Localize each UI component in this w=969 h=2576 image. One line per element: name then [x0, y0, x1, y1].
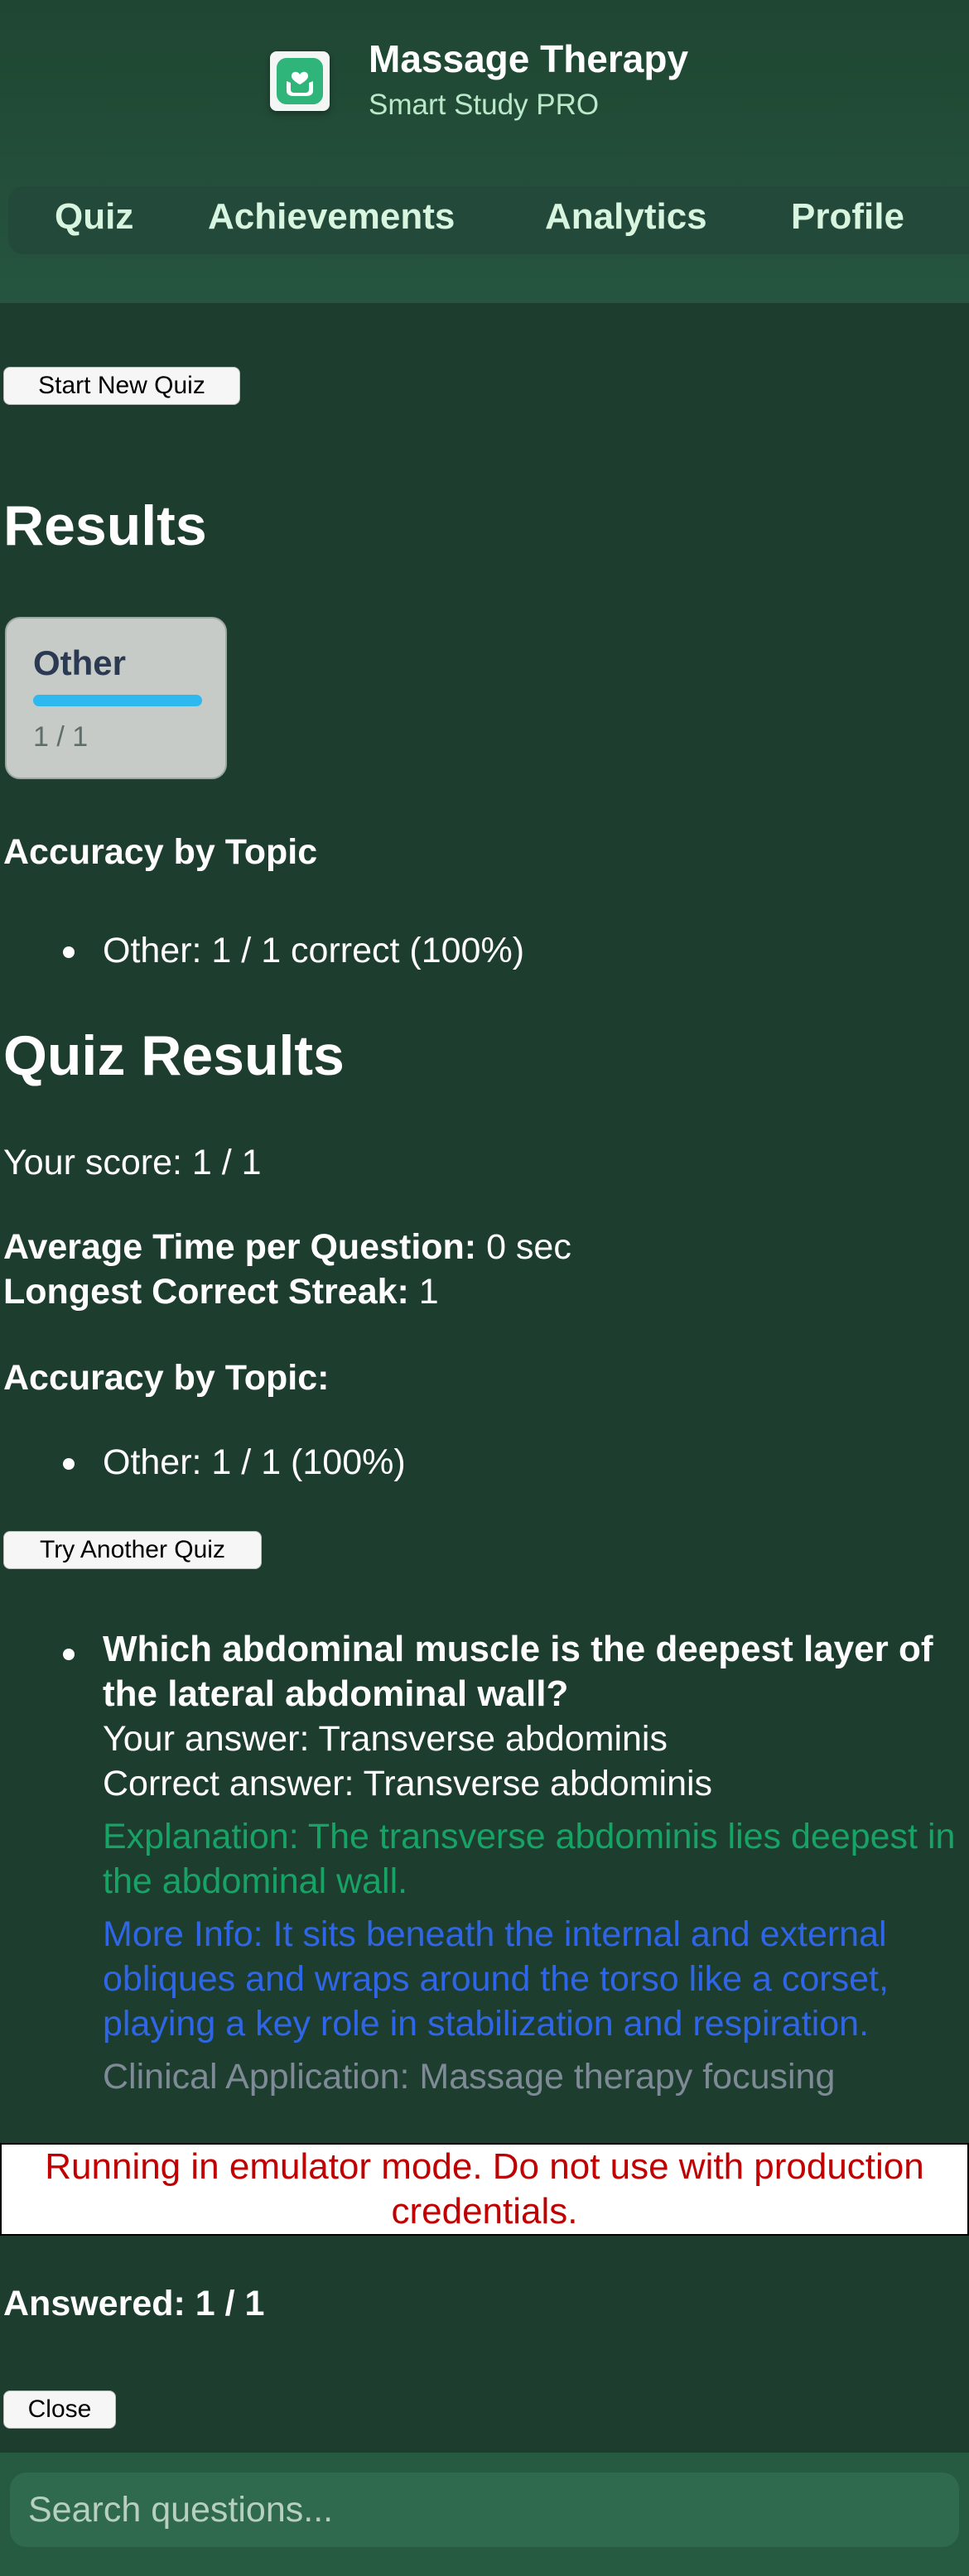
quiz-accuracy-item: Other: 1 / 1 (100%) — [103, 1442, 406, 1482]
emulator-warning-banner: Running in emulator mode. Do not use wit… — [0, 2143, 969, 2236]
streak-line: Longest Correct Streak: 1 — [3, 1272, 439, 1312]
question-text: Which abdominal muscle is the deepest la… — [103, 1629, 933, 1714]
topic-card-count: 1 / 1 — [33, 721, 89, 753]
correct-answer: Correct answer: Transverse abdominis — [103, 1764, 713, 1803]
quiz-results-heading: Quiz Results — [3, 1024, 345, 1087]
more-info-text: More Info: It sits beneath the internal … — [103, 1914, 889, 2044]
quiz-accuracy-heading: Accuracy by Topic: — [3, 1358, 330, 1398]
topic-card-other[interactable]: Other 1 / 1 — [5, 617, 227, 779]
app-logo — [270, 51, 330, 111]
main-nav: Quiz Achievements Analytics Profile — [8, 186, 969, 254]
try-another-quiz-button[interactable]: Try Another Quiz — [3, 1531, 262, 1569]
explanation-text: Explanation: The transverse abdominis li… — [103, 1817, 956, 1901]
streak-value: 1 — [408, 1272, 439, 1312]
close-button[interactable]: Close — [3, 2391, 116, 2429]
topic-progress-bar — [33, 695, 202, 706]
avg-time-value: 0 sec — [476, 1227, 571, 1267]
streak-label: Longest Correct Streak: — [3, 1272, 409, 1312]
list-bullet — [63, 946, 75, 958]
accuracy-by-topic-heading: Accuracy by Topic — [3, 832, 318, 872]
search-input[interactable] — [10, 2472, 959, 2547]
question-review-item: Which abdominal muscle is the deepest la… — [103, 1627, 969, 2099]
tab-profile[interactable]: Profile — [791, 196, 904, 238]
clinical-application-text: Clinical Application: Massage therapy fo… — [103, 2057, 836, 2097]
app-subtitle: Smart Study PRO — [369, 89, 600, 121]
your-answer: Your answer: Transverse abdominis — [103, 1719, 668, 1759]
tab-analytics[interactable]: Analytics — [545, 196, 707, 238]
app-header: Massage Therapy Smart Study PRO Quiz Ach… — [0, 0, 969, 303]
avg-time-line: Average Time per Question: 0 sec — [3, 1227, 571, 1268]
tab-achievements[interactable]: Achievements — [208, 196, 455, 238]
tab-quiz[interactable]: Quiz — [55, 196, 133, 238]
avg-time-label: Average Time per Question: — [3, 1227, 477, 1267]
topic-card-title: Other — [33, 643, 127, 682]
list-bullet — [63, 1649, 75, 1660]
start-new-quiz-button[interactable]: Start New Quiz — [3, 367, 240, 405]
hands-heart-icon — [277, 58, 323, 104]
app-title: Massage Therapy — [369, 37, 689, 80]
list-bullet — [63, 1458, 75, 1470]
answered-count: Answered: 1 / 1 — [3, 2284, 265, 2323]
results-heading: Results — [3, 494, 207, 557]
accuracy-item: Other: 1 / 1 correct (100%) — [103, 931, 525, 970]
score-text: Your score: 1 / 1 — [3, 1143, 262, 1182]
search-footer — [0, 2453, 969, 2576]
